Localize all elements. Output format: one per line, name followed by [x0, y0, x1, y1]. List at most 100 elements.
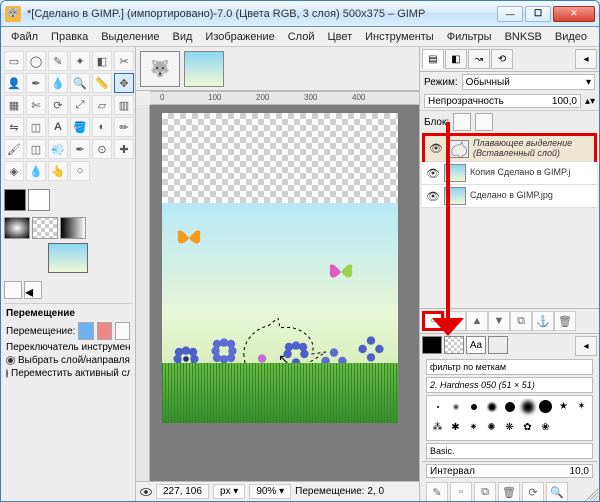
tool-rect-select[interactable]: ▭: [4, 51, 24, 71]
fg-color[interactable]: [4, 189, 26, 211]
tool-perspective-clone[interactable]: ◈: [4, 161, 24, 181]
tab-image[interactable]: [184, 51, 224, 87]
tool-airbrush[interactable]: 💨: [48, 139, 68, 159]
pattern-preview[interactable]: [32, 217, 58, 239]
layer-row[interactable]: 👁 Плавающее выделение (Вставленный слой): [425, 136, 594, 162]
opacity-slider[interactable]: Непрозрачность 100,0: [424, 94, 581, 108]
canvas[interactable]: ↖: [162, 113, 398, 423]
brush-preset-label[interactable]: Basic.: [426, 443, 593, 459]
tool-perspective[interactable]: ▥: [114, 95, 134, 115]
radio-move-active[interactable]: [6, 369, 8, 378]
menu-select[interactable]: Выделение: [95, 29, 165, 45]
move-mode-path[interactable]: [115, 322, 130, 340]
duplicate-layer-button[interactable]: ⧉: [510, 311, 532, 331]
gradient-preview[interactable]: [60, 217, 86, 239]
channel-text[interactable]: Aa: [466, 336, 486, 354]
visibility-toggle[interactable]: 👁: [426, 166, 440, 180]
tool-paths[interactable]: ✒: [26, 73, 46, 93]
layer-up-button[interactable]: ▲: [466, 311, 488, 331]
tab-undo[interactable]: ⟲: [491, 49, 513, 69]
menu-color[interactable]: Цвет: [321, 29, 358, 45]
ruler-vertical[interactable]: [136, 105, 150, 481]
tool-fuzzy-select[interactable]: ✦: [70, 51, 90, 71]
lock-alpha[interactable]: [475, 113, 493, 131]
brush-duplicate[interactable]: ⧉: [474, 482, 496, 501]
radio-pick-layer[interactable]: [6, 356, 15, 365]
channel-alpha[interactable]: [444, 336, 464, 354]
tool-scale[interactable]: ⤢: [70, 95, 90, 115]
menu-video[interactable]: Видео: [549, 29, 593, 45]
tool-blur[interactable]: 💧: [26, 161, 46, 181]
tab-channels[interactable]: ◧: [445, 49, 467, 69]
tool-pencil[interactable]: ✏: [114, 117, 134, 137]
tool-by-color[interactable]: ◧: [92, 51, 112, 71]
tool-text[interactable]: A: [48, 117, 68, 137]
tool-free-select[interactable]: ✎: [48, 51, 68, 71]
tooloptions-tab[interactable]: [4, 281, 22, 299]
menu-tools[interactable]: Инструменты: [359, 29, 440, 45]
tool-zoom[interactable]: 🔍: [70, 73, 90, 93]
brush-new[interactable]: ▫: [450, 482, 472, 501]
menu-filters[interactable]: Фильтры: [441, 29, 498, 45]
tool-color-picker[interactable]: 💧: [48, 73, 68, 93]
menu-edit[interactable]: Правка: [45, 29, 94, 45]
tool-eraser[interactable]: ◫: [26, 139, 46, 159]
tool-foreground[interactable]: 👤: [4, 73, 24, 93]
tab-wilber[interactable]: 🐺: [140, 51, 180, 87]
lock-pixels[interactable]: [453, 113, 471, 131]
quickmask-toggle[interactable]: [140, 488, 152, 496]
active-image-thumb[interactable]: [48, 243, 88, 273]
tab-paths[interactable]: ↝: [468, 49, 490, 69]
brush-refresh[interactable]: ⟳: [522, 482, 544, 501]
tool-flip[interactable]: ⇋: [4, 117, 24, 137]
menu-file[interactable]: Файл: [5, 29, 44, 45]
blend-mode-dropdown[interactable]: Обычный▾: [462, 74, 595, 90]
tool-bucket[interactable]: 🪣: [70, 117, 90, 137]
brush-zoom[interactable]: 🔍: [546, 482, 568, 501]
tool-ink[interactable]: ✒: [70, 139, 90, 159]
brush-filter-input[interactable]: фильтр по меткам: [426, 359, 593, 375]
layer-down-button[interactable]: ▼: [488, 311, 510, 331]
resize-grip[interactable]: [586, 488, 598, 500]
canvas-viewport[interactable]: ↖: [150, 105, 419, 481]
tool-scissors[interactable]: ✂: [114, 51, 134, 71]
maximize-button[interactable]: ☐: [525, 6, 551, 22]
move-mode-selection[interactable]: [97, 322, 112, 340]
interval-slider[interactable]: Интервал 10,0: [426, 464, 593, 478]
brush-delete[interactable]: 🗑: [498, 482, 520, 501]
brush-edit[interactable]: ✎: [426, 482, 448, 501]
tool-blend[interactable]: ◐: [92, 117, 112, 137]
bg-color[interactable]: [28, 189, 50, 211]
tool-ellipse-select[interactable]: ◯: [26, 51, 46, 71]
close-button[interactable]: ✕: [553, 6, 595, 22]
tool-cage[interactable]: ◫: [26, 117, 46, 137]
move-mode-layer[interactable]: [78, 322, 93, 340]
tool-smudge[interactable]: 👆: [48, 161, 68, 181]
delete-layer-button[interactable]: 🗑: [554, 311, 576, 331]
zoom-dropdown[interactable]: 90% ▾: [249, 484, 291, 499]
tool-align[interactable]: ▦: [4, 95, 24, 115]
tool-measure[interactable]: 📏: [92, 73, 112, 93]
tool-crop[interactable]: ✄: [26, 95, 46, 115]
menu-image[interactable]: Изображение: [199, 29, 280, 45]
tooloptions-menu[interactable]: ◂: [24, 281, 42, 299]
brush-preview[interactable]: [4, 217, 30, 239]
tool-clone[interactable]: ⊙: [92, 139, 112, 159]
tool-move[interactable]: ✥: [114, 73, 134, 93]
tool-heal[interactable]: ✚: [114, 139, 134, 159]
tool-rotate[interactable]: ⟳: [48, 95, 68, 115]
visibility-toggle[interactable]: 👁: [429, 142, 443, 156]
tool-paintbrush[interactable]: 🖌: [4, 139, 24, 159]
channel-slot[interactable]: [488, 336, 508, 354]
tool-shear[interactable]: ▱: [92, 95, 112, 115]
menu-windows[interactable]: Окна: [594, 29, 600, 45]
menu-layer[interactable]: Слой: [282, 29, 321, 45]
ruler-horizontal[interactable]: 0 100 200 300 400: [150, 91, 419, 105]
anchor-layer-button[interactable]: ⚓: [532, 311, 554, 331]
dock-menu[interactable]: ◂: [575, 49, 597, 69]
brush-dock-menu[interactable]: ◂: [575, 336, 597, 356]
fgbg-swatches[interactable]: [4, 189, 132, 211]
menu-view[interactable]: Вид: [167, 29, 199, 45]
visibility-toggle[interactable]: 👁: [426, 189, 440, 203]
unit-dropdown[interactable]: px ▾: [213, 484, 245, 499]
